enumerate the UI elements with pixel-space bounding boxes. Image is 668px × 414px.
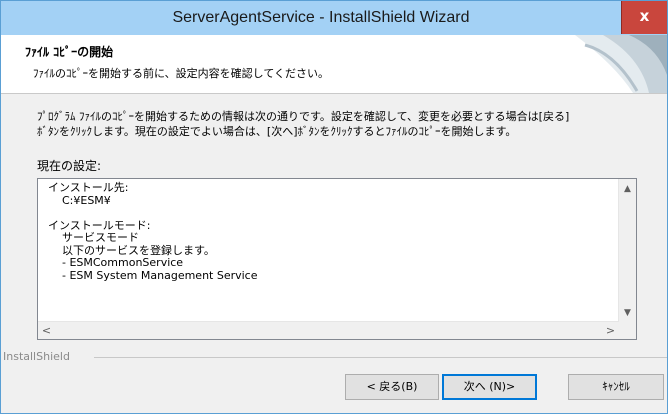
header-graphic-icon — [545, 35, 667, 93]
settings-textbox[interactable]: インストール先: C:¥ESM¥ インストールモード: サービスモード 以下のサ… — [37, 178, 637, 340]
page-subtitle: ﾌｧｲﾙのｺﾋﾟｰを開始する前に、設定内容を確認してください。 — [33, 67, 330, 80]
next-button[interactable]: 次へ (N)> — [442, 374, 537, 400]
description-text: ﾌﾟﾛｸﾞﾗﾑ ﾌｧｲﾙのｺﾋﾟｰを開始するための情報は次の通りです。設定を確認… — [37, 109, 662, 139]
scroll-down-icon[interactable]: ▼ — [619, 305, 636, 322]
vertical-scrollbar[interactable]: ▲ ▼ — [618, 179, 636, 322]
cancel-button[interactable]: ｷｬﾝｾﾙ — [568, 374, 664, 400]
title-bar[interactable]: ServerAgentService - InstallShield Wizar… — [1, 1, 667, 35]
settings-content: インストール先: C:¥ESM¥ インストールモード: サービスモード 以下のサ… — [48, 181, 258, 282]
description-line: ﾎﾞﾀﾝをｸﾘｯｸします。現在の設定でよい場合は、[次へ]ﾎﾞﾀﾝをｸﾘｯｸする… — [37, 125, 517, 138]
description-line: ﾌﾟﾛｸﾞﾗﾑ ﾌｧｲﾙのｺﾋﾟｰを開始するための情報は次の通りです。設定を確認… — [37, 110, 570, 123]
scroll-up-icon[interactable]: ▲ — [619, 181, 636, 198]
installshield-wizard-window: ServerAgentService - InstallShield Wizar… — [0, 0, 668, 414]
scrollbar-corner — [619, 322, 636, 339]
current-settings-label: 現在の設定: — [37, 159, 102, 173]
scroll-left-icon[interactable]: < — [38, 322, 55, 339]
wizard-header: ﾌｧｲﾙ ｺﾋﾟｰの開始 ﾌｧｲﾙのｺﾋﾟｰを開始する前に、設定内容を確認してく… — [1, 35, 667, 94]
scroll-right-icon[interactable]: > — [602, 322, 619, 339]
horizontal-scrollbar[interactable]: < > — [38, 321, 619, 339]
back-button[interactable]: < 戻る(B) — [345, 374, 439, 400]
installshield-brand: InstallShield — [3, 350, 70, 363]
close-button[interactable]: x — [621, 1, 667, 34]
window-title: ServerAgentService - InstallShield Wizar… — [172, 9, 470, 26]
footer-divider — [94, 357, 667, 358]
page-title: ﾌｧｲﾙ ｺﾋﾟｰの開始 — [25, 45, 114, 59]
